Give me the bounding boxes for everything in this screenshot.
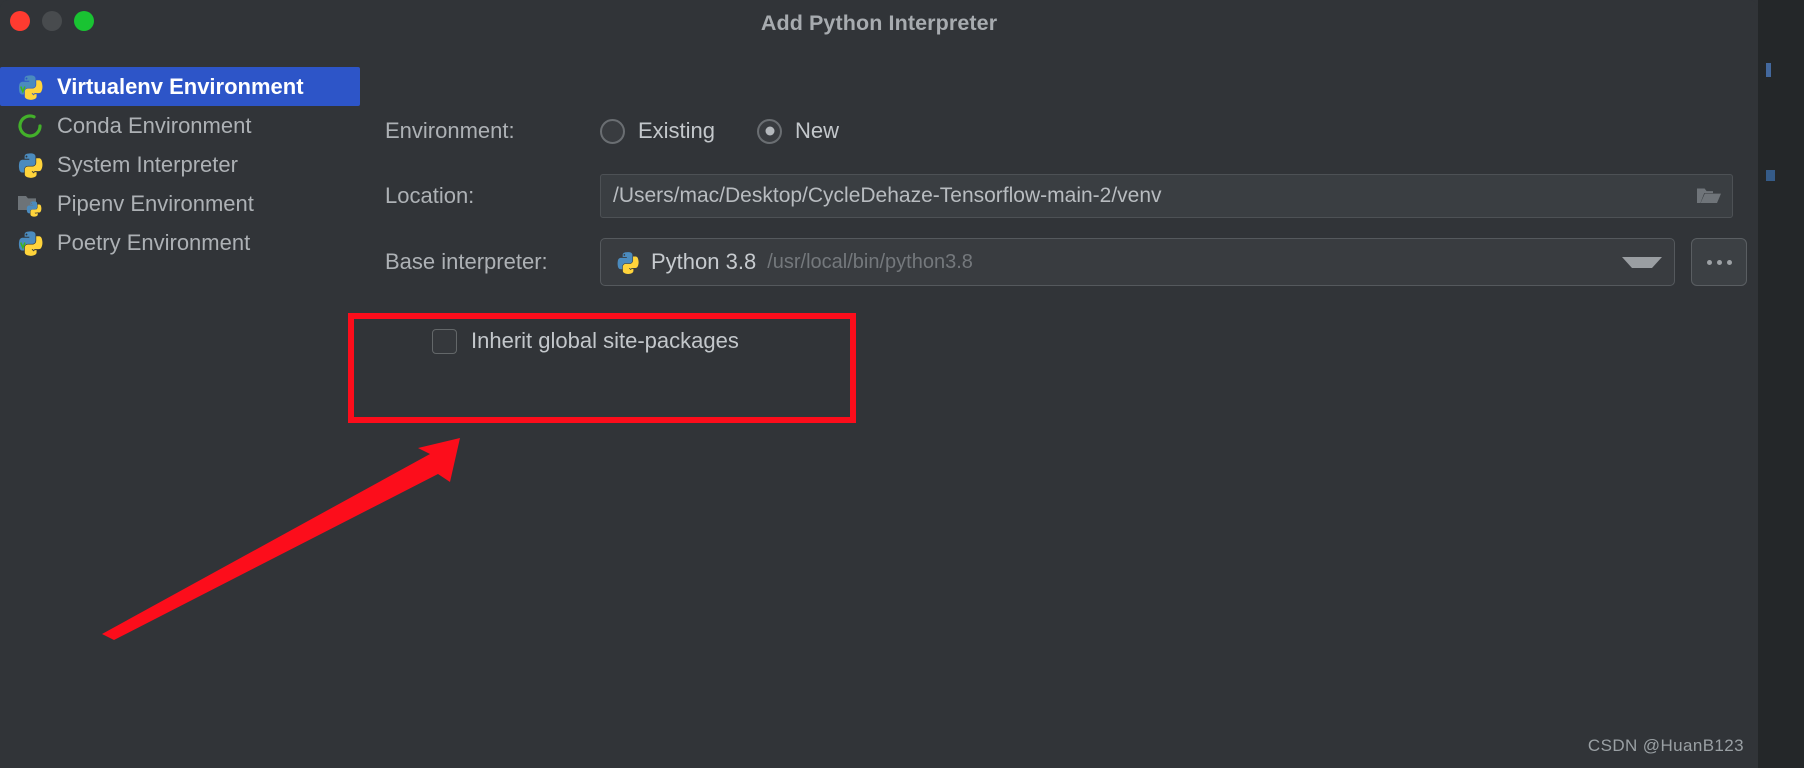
add-python-interpreter-dialog: Add Python Interpreter Virtualenv Enviro…	[0, 0, 1758, 768]
conda-icon	[16, 112, 44, 140]
radio-new-indicator[interactable]	[757, 118, 783, 144]
location-row: Location: /Users/mac/Desktop/CycleDehaze…	[385, 174, 1733, 218]
radio-existing-label: Existing	[638, 118, 716, 143]
radio-new[interactable]: New	[757, 118, 839, 144]
base-interpreter-label: Base interpreter:	[385, 249, 548, 274]
background-window-accent	[1766, 170, 1775, 181]
browse-interpreter-button[interactable]	[1691, 238, 1747, 286]
sidebar-item-pipenv-environment[interactable]: Pipenv Environment	[0, 184, 362, 223]
environment-label: Environment:	[385, 118, 515, 143]
pipenv-folder-python-icon	[16, 190, 44, 218]
sidebar-item-label: Virtualenv Environment	[57, 73, 304, 99]
sidebar-item-virtualenv-environment[interactable]: Virtualenv Environment	[0, 67, 360, 106]
radio-existing[interactable]: Existing	[600, 118, 715, 144]
chevron-down-icon[interactable]	[1622, 256, 1662, 268]
title-bar: Add Python Interpreter	[0, 0, 1758, 46]
sidebar-item-label: Poetry Environment	[57, 229, 251, 255]
inherit-site-packages-checkbox[interactable]	[432, 328, 457, 354]
sidebar-item-label: System Interpreter	[57, 151, 238, 177]
base-interpreter-dropdown[interactable]: Python 3.8 /usr/local/bin/python3.8	[600, 238, 1675, 286]
python-icon	[16, 151, 44, 179]
radio-new-label: New	[795, 118, 840, 143]
screenshot-root: Add Python Interpreter Virtualenv Enviro…	[0, 0, 1804, 768]
background-window-accent	[1766, 63, 1771, 77]
sidebar-item-poetry-environment[interactable]: Poetry Environment	[0, 223, 362, 262]
csdn-watermark: CSDN @HuanB123	[1587, 736, 1744, 755]
sidebar-item-label: Pipenv Environment	[57, 190, 254, 216]
base-interpreter-path: /usr/local/bin/python3.8	[767, 250, 973, 273]
sidebar-item-conda-environment[interactable]: Conda Environment	[0, 106, 362, 145]
environment-type-list: Virtualenv Environment Conda Environment	[0, 67, 362, 262]
location-label: Location:	[385, 183, 475, 208]
dialog-body: Virtualenv Environment Conda Environment	[0, 46, 1758, 768]
annotation-arrow	[102, 438, 460, 640]
poetry-python-icon	[16, 229, 44, 257]
dialog-title: Add Python Interpreter	[760, 11, 998, 35]
sidebar-item-system-interpreter[interactable]: System Interpreter	[0, 145, 362, 184]
ellipsis-dot	[1706, 259, 1712, 265]
environment-row: Environment: Existing New	[385, 118, 881, 144]
base-interpreter-row: Base interpreter: Python 3.8 /usr/local/…	[385, 238, 1747, 286]
sidebar-item-label: Conda Environment	[57, 112, 252, 138]
radio-existing-indicator[interactable]	[600, 118, 625, 144]
inherit-site-packages-row[interactable]: Inherit global site-packages	[432, 328, 739, 354]
background-window-strip	[1758, 0, 1804, 768]
ellipsis-dot	[1716, 259, 1722, 265]
location-value: /Users/mac/Desktop/CycleDehaze-Tensorflo…	[613, 184, 1162, 207]
python-icon	[615, 250, 640, 275]
ellipsis-dot	[1726, 259, 1732, 265]
location-input[interactable]: /Users/mac/Desktop/CycleDehaze-Tensorflo…	[600, 174, 1733, 218]
inherit-site-packages-label: Inherit global site-packages	[471, 328, 739, 353]
folder-icon[interactable]	[1696, 185, 1722, 207]
environment-radio-group: Existing New	[600, 118, 881, 144]
base-interpreter-value: Python 3.8	[651, 249, 757, 274]
python-venv-icon	[16, 73, 44, 101]
